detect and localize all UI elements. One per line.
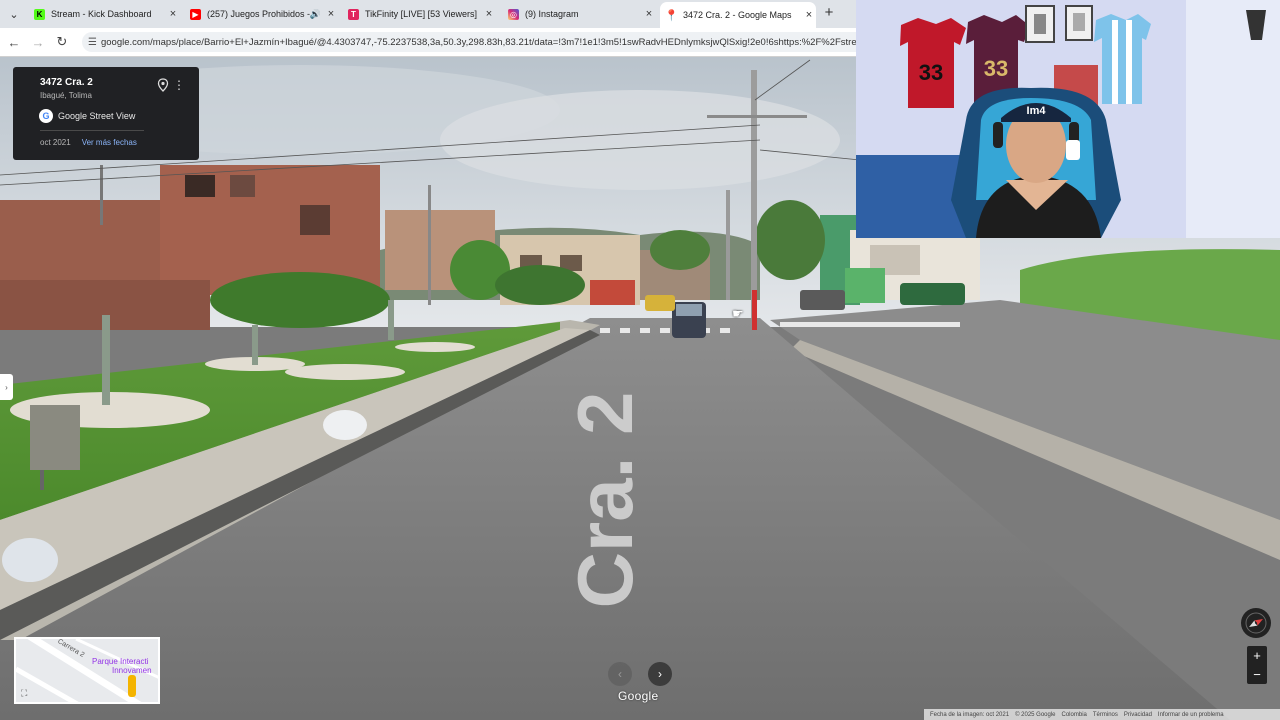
tab-label: (9) Instagram	[525, 9, 579, 19]
cap-logo-text: Im4	[1027, 105, 1047, 117]
more-dates-link[interactable]: Ver más fechas	[82, 138, 137, 147]
instagram-icon: ◎	[508, 8, 519, 20]
location-info-card: 3472 Cra. 2 Ibagué, Tolima G Google Stre…	[13, 67, 199, 160]
copyright: © 2025 Google	[1015, 711, 1056, 718]
pegman-icon[interactable]	[128, 675, 136, 697]
privacy-link[interactable]: Privacidad	[1124, 712, 1152, 718]
tikfinity-icon: T	[348, 8, 359, 20]
card-divider	[40, 130, 144, 131]
kick-icon: K	[34, 8, 45, 20]
maps-pin-icon: 📍	[664, 9, 679, 22]
street-view-source: G Google Street View	[39, 109, 187, 123]
jersey-number: 33	[919, 60, 943, 85]
site-info-icon[interactable]: ☰	[88, 37, 97, 48]
close-tab-icon[interactable]: ×	[482, 8, 496, 20]
close-tab-icon[interactable]: ×	[642, 8, 656, 20]
previous-photo-button[interactable]: ‹	[608, 662, 632, 686]
close-tab-icon[interactable]: ×	[166, 8, 180, 20]
location-city: Ibagué, Tolima	[40, 91, 92, 100]
tab-label: TikFinity [LIVE] [53 Viewers]	[365, 9, 478, 19]
tab-label: Stream - Kick Dashboard	[51, 9, 152, 19]
map-footer: Fecha de la imagen: oct 2021 © 2025 Goog…	[924, 709, 1280, 720]
tab-tikfinity[interactable]: T TikFinity [LIVE] [53 Viewers] ×	[342, 2, 496, 26]
next-photo-button[interactable]: ›	[648, 662, 672, 686]
tab-kick[interactable]: K Stream - Kick Dashboard ×	[28, 2, 180, 26]
new-tab-button[interactable]: +	[820, 4, 838, 22]
expand-side-panel-button[interactable]: ›	[0, 374, 13, 400]
tab-google-maps[interactable]: 📍 3472 Cra. 2 - Google Maps ×	[660, 2, 816, 28]
compass-icon[interactable]	[1241, 608, 1271, 638]
capture-date: oct 2021	[40, 138, 71, 147]
zoom-out-button[interactable]: −	[1247, 665, 1267, 684]
back-icon[interactable]: ←	[4, 32, 24, 52]
road-marking-text: Cra. 2	[561, 392, 649, 609]
close-tab-icon[interactable]: ×	[802, 9, 816, 21]
webcam-overlay: 33 33 Im4	[856, 0, 1280, 238]
url-text[interactable]: google.com/maps/place/Barrio+El+Jazmín+I…	[101, 37, 856, 48]
minimap-place-label-2: Innovamen	[112, 666, 152, 675]
expand-map-icon[interactable]: ⛶	[21, 688, 27, 699]
source-label: Google Street View	[58, 111, 136, 121]
zoom-controls: + −	[1247, 646, 1267, 684]
tab-instagram[interactable]: ◎ (9) Instagram ×	[502, 2, 656, 26]
browser-toolbar: ← → ↻ ☰ google.com/maps/place/Barrio+El+…	[0, 28, 856, 57]
tab-youtube[interactable]: ▶ (257) Juegos Prohibidos - N 🔊 ×	[184, 2, 338, 26]
imagery-date: Fecha de la imagen: oct 2021	[930, 711, 1010, 718]
speaker-icon[interactable]: 🔊	[310, 9, 321, 20]
capture-dates: oct 2021 Ver más fechas	[40, 138, 187, 147]
location-pin-icon[interactable]	[157, 78, 169, 92]
google-watermark: Google	[618, 689, 659, 703]
minimap-place-label: Parque Interacti	[92, 657, 149, 666]
forward-icon[interactable]: →	[28, 32, 48, 52]
tab-label: 3472 Cra. 2 - Google Maps	[683, 10, 792, 20]
google-logo-icon: G	[39, 109, 53, 123]
tab-search-button[interactable]: ⌄	[4, 4, 24, 24]
tab-label: (257) Juegos Prohibidos - N	[207, 9, 310, 19]
webcam-feed: 33 33 Im4	[856, 0, 1280, 238]
youtube-icon: ▶	[190, 8, 201, 20]
terms-link[interactable]: Términos	[1093, 712, 1118, 718]
tab-strip: ⌄ K Stream - Kick Dashboard × ▶ (257) Ju…	[0, 0, 856, 28]
more-options-icon[interactable]: ⋮	[173, 77, 185, 93]
minimap[interactable]: Carrera 2 Parque Interacti Innovamen ⛶	[14, 637, 160, 704]
reload-icon[interactable]: ↻	[52, 32, 72, 52]
close-tab-icon[interactable]: ×	[324, 8, 338, 20]
jersey-number: 33	[984, 56, 1008, 81]
hand-cursor-icon: ☛	[732, 306, 744, 321]
report-problem-link[interactable]: Informar de un problema	[1158, 712, 1224, 718]
country-link[interactable]: Colombia	[1062, 712, 1087, 718]
address-bar[interactable]: ☰ google.com/maps/place/Barrio+El+Jazmín…	[82, 32, 856, 52]
zoom-in-button[interactable]: +	[1247, 646, 1267, 665]
